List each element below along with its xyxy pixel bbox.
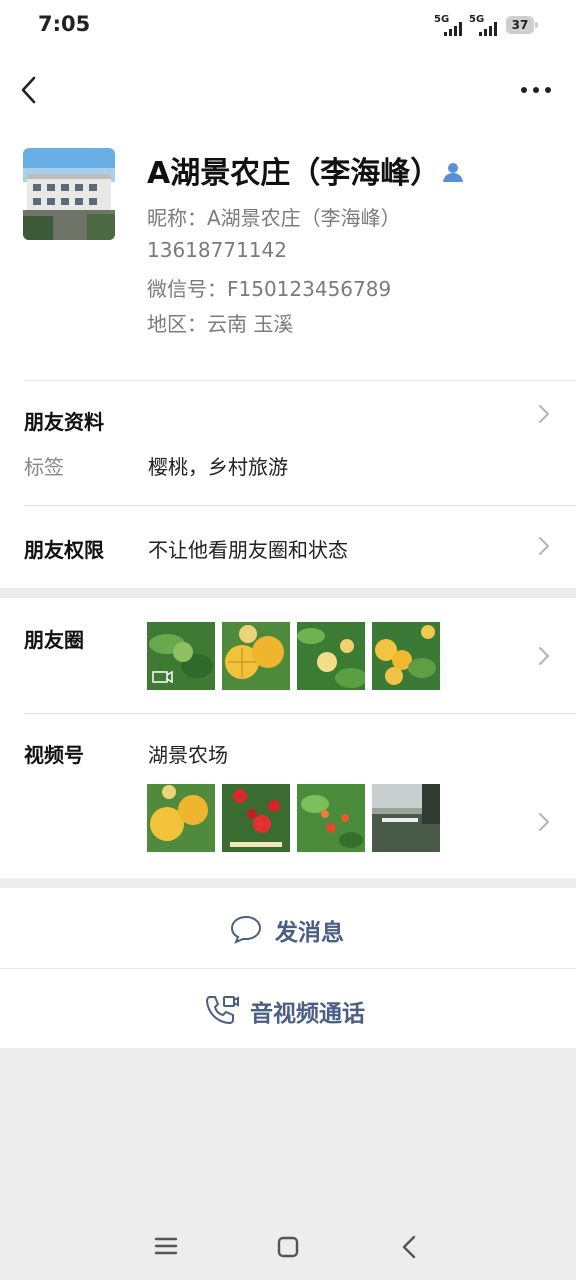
moments-label: 朋友圈 (24, 628, 84, 652)
battery-icon: 37 (506, 16, 534, 34)
permission-value: 不让他看朋友圈和状态 (148, 538, 348, 562)
nickname: 昵称：A湖景农庄（李海峰） (147, 206, 401, 230)
contact-name: A湖景农庄（李海峰） (147, 156, 441, 191)
status-time: 7:05 (38, 12, 91, 36)
chevron-right-icon (536, 810, 552, 838)
battery-tip (535, 22, 538, 28)
back-icon[interactable] (14, 72, 46, 108)
home-nav-icon[interactable] (276, 1235, 300, 1259)
moments-thumbnail (147, 622, 215, 690)
friend-profile-label: 朋友资料 (24, 410, 104, 434)
channels-thumbnail (147, 784, 215, 852)
send-message-label: 发消息 (275, 920, 344, 946)
video-call-icon (204, 993, 240, 1025)
chevron-right-icon (536, 402, 552, 430)
channels-label: 视频号 (24, 743, 84, 767)
channels-thumbnail (372, 784, 440, 852)
voice-video-call-label: 音视频通话 (250, 1001, 365, 1027)
region: 地区：云南 玉溪 (147, 312, 294, 336)
battery-level: 37 (511, 18, 529, 32)
signal-label-2: 5G (469, 14, 485, 25)
moments-thumbnail (297, 622, 365, 690)
chevron-right-icon (536, 534, 552, 562)
wechat-id: 微信号：F150123456789 (147, 277, 392, 301)
channels-thumbnail (222, 784, 290, 852)
channels-name: 湖景农场 (148, 743, 228, 767)
tag-label: 标签 (24, 455, 64, 479)
tag-value: 樱桃，乡村旅游 (148, 455, 288, 479)
avatar[interactable] (23, 148, 115, 240)
chevron-right-icon (536, 644, 552, 672)
top-bar (0, 52, 576, 132)
chat-bubble-icon (230, 914, 262, 944)
phone-number[interactable]: 13618771142 (147, 238, 287, 262)
moments-thumbnail (372, 622, 440, 690)
more-icon[interactable] (518, 80, 554, 100)
permission-label: 朋友权限 (24, 538, 104, 562)
contact-badge-icon (441, 161, 465, 183)
friend-profile-row[interactable] (0, 381, 576, 505)
channels-thumbnail (297, 784, 365, 852)
menu-nav-icon[interactable] (154, 1236, 178, 1256)
back-nav-icon[interactable] (398, 1234, 422, 1260)
signal-label-1: 5G (434, 14, 450, 25)
moments-thumbnail (222, 622, 290, 690)
